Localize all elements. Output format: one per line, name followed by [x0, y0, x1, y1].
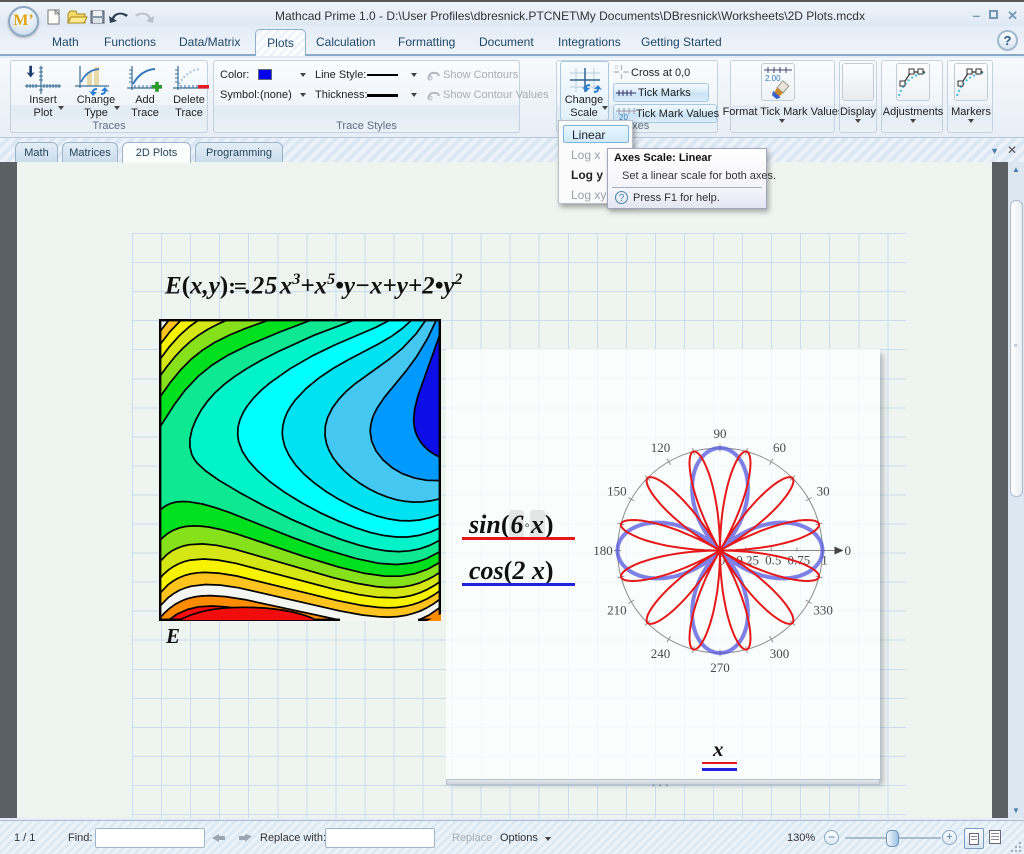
- svg-text:0: 0: [615, 65, 618, 71]
- svg-text:150: 150: [607, 484, 627, 499]
- svg-text:300: 300: [770, 646, 790, 661]
- svg-text:0: 0: [845, 543, 852, 558]
- svg-text:60: 60: [773, 440, 786, 455]
- svg-text:90: 90: [714, 426, 727, 441]
- svg-text:180: 180: [593, 543, 613, 558]
- svg-text:270: 270: [710, 660, 730, 675]
- svg-text:2.00: 2.00: [765, 74, 781, 83]
- svg-text:210: 210: [607, 603, 627, 618]
- svg-text:240: 240: [651, 646, 671, 661]
- svg-text:330: 330: [813, 603, 833, 618]
- svg-text:30: 30: [817, 484, 830, 499]
- svg-text:120: 120: [651, 440, 671, 455]
